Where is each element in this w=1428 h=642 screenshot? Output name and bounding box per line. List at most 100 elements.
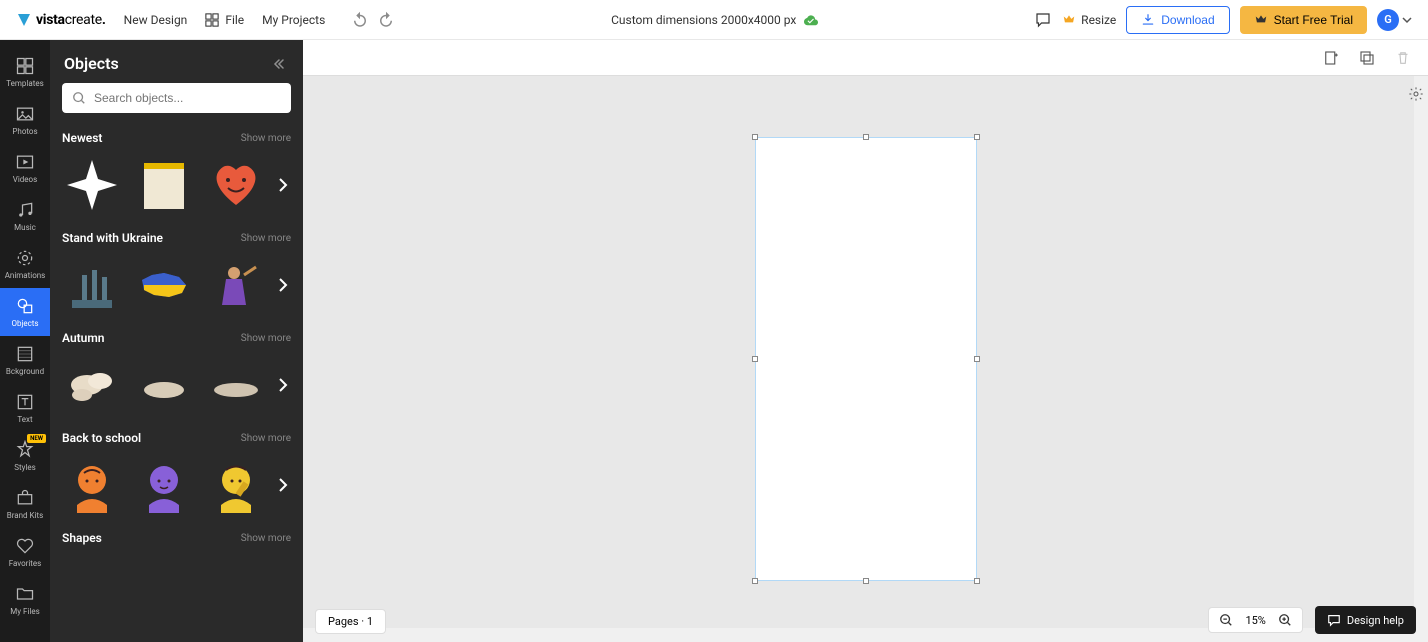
object-note[interactable] [134, 155, 194, 215]
resize-button[interactable]: Resize [1062, 13, 1116, 27]
resize-handle[interactable] [974, 134, 980, 140]
next-arrow-icon[interactable] [273, 275, 293, 295]
resize-handle[interactable] [752, 134, 758, 140]
collapse-panel-icon[interactable] [273, 56, 289, 72]
logo-text: vistacreate. [36, 12, 106, 28]
account-menu[interactable]: G [1377, 9, 1412, 31]
show-more-ukraine[interactable]: Show more [241, 233, 291, 244]
download-icon [1141, 13, 1155, 27]
animations-icon [15, 248, 35, 268]
folder-icon [15, 584, 35, 604]
object-clouds-3[interactable] [206, 355, 266, 415]
zoom-control: 15% [1208, 607, 1302, 633]
show-more-school[interactable]: Show more [241, 433, 291, 444]
category-shapes: Shapes [62, 531, 102, 545]
resize-handle[interactable] [863, 578, 869, 584]
category-newest: Newest [62, 131, 102, 145]
videos-icon [15, 152, 35, 172]
pages-button[interactable]: Pages · 1 [315, 609, 386, 634]
nav-brand-kits[interactable]: Brand Kits [0, 480, 50, 528]
logo[interactable]: vistacreate. [16, 12, 106, 28]
brandkit-icon [15, 488, 35, 508]
resize-handle[interactable] [974, 356, 980, 362]
vistacreate-logo-icon [16, 12, 32, 28]
templates-icon [15, 56, 35, 76]
document-title[interactable]: Custom dimensions 2000x4000 px [611, 13, 818, 27]
resize-handle[interactable] [974, 578, 980, 584]
panel-title: Objects [64, 54, 119, 73]
resize-handle[interactable] [752, 578, 758, 584]
chat-icon [1327, 613, 1341, 627]
scrollbar-vertical[interactable] [1414, 76, 1428, 642]
nav-objects[interactable]: Objects [0, 288, 50, 336]
object-clouds-1[interactable] [62, 355, 122, 415]
nav-videos[interactable]: Videos [0, 144, 50, 192]
artboard[interactable] [755, 137, 977, 581]
resize-handle[interactable] [863, 134, 869, 140]
object-musician[interactable] [206, 255, 266, 315]
zoom-out-icon[interactable] [1219, 613, 1233, 627]
object-star[interactable] [62, 155, 122, 215]
download-button[interactable]: Download [1126, 6, 1229, 34]
show-more-autumn[interactable]: Show more [241, 333, 291, 344]
undo-icon[interactable] [351, 11, 369, 29]
object-clouds-2[interactable] [134, 355, 194, 415]
show-more-newest[interactable]: Show more [241, 133, 291, 144]
resize-handle[interactable] [752, 356, 758, 362]
crown-icon [1062, 13, 1076, 27]
add-page-icon[interactable] [1322, 49, 1340, 67]
file-menu[interactable]: File [205, 13, 244, 27]
comment-icon[interactable] [1034, 11, 1052, 29]
photos-icon [15, 104, 35, 124]
nav-background[interactable]: Bckground [0, 336, 50, 384]
search-objects[interactable] [62, 83, 291, 113]
new-design-link[interactable]: New Design [124, 13, 188, 27]
object-kid-purple[interactable] [134, 455, 194, 515]
zoom-value[interactable]: 15% [1245, 614, 1265, 627]
show-more-shapes[interactable]: Show more [241, 533, 291, 544]
search-input[interactable] [94, 91, 281, 105]
object-kid-yellow[interactable] [206, 455, 266, 515]
my-projects-link[interactable]: My Projects [262, 13, 325, 27]
chevron-down-icon [1402, 15, 1412, 25]
objects-panel: Objects Newest Show more Stand with Ukrai… [50, 40, 303, 642]
nav-my-files[interactable]: My Files [0, 576, 50, 624]
object-heart-face[interactable] [206, 155, 266, 215]
category-back-to-school: Back to school [62, 431, 141, 445]
nav-styles[interactable]: NEWStyles [0, 432, 50, 480]
start-trial-button[interactable]: Start Free Trial [1240, 6, 1367, 34]
crown-icon [1254, 13, 1268, 27]
next-arrow-icon[interactable] [273, 175, 293, 195]
redo-icon[interactable] [377, 11, 395, 29]
gear-icon[interactable] [1408, 86, 1424, 102]
background-icon [15, 344, 35, 364]
design-help-button[interactable]: Design help [1315, 606, 1416, 634]
category-autumn: Autumn [62, 331, 105, 345]
object-ukraine-map[interactable] [134, 255, 194, 315]
nav-text[interactable]: Text [0, 384, 50, 432]
nav-favorites[interactable]: Favorites [0, 528, 50, 576]
nav-animations[interactable]: Animations [0, 240, 50, 288]
heart-icon [15, 536, 35, 556]
nav-templates[interactable]: Templates [0, 48, 50, 96]
grid-icon [205, 13, 219, 27]
nav-rail: Templates Photos Videos Music Animations… [0, 40, 50, 642]
avatar: G [1377, 9, 1399, 31]
zoom-in-icon[interactable] [1278, 613, 1292, 627]
object-kid-orange[interactable] [62, 455, 122, 515]
styles-icon [15, 440, 35, 460]
delete-icon [1394, 49, 1412, 67]
search-icon [72, 91, 86, 105]
canvas-area: Pages · 1 15% Design help [303, 40, 1428, 642]
text-icon [15, 392, 35, 412]
object-statue[interactable] [62, 255, 122, 315]
duplicate-icon[interactable] [1358, 49, 1376, 67]
next-arrow-icon[interactable] [273, 375, 293, 395]
canvas-viewport[interactable] [303, 76, 1428, 642]
nav-photos[interactable]: Photos [0, 96, 50, 144]
cloud-saved-icon [804, 13, 818, 27]
nav-music[interactable]: Music [0, 192, 50, 240]
objects-icon [15, 296, 35, 316]
category-ukraine: Stand with Ukraine [62, 231, 163, 245]
next-arrow-icon[interactable] [273, 475, 293, 495]
